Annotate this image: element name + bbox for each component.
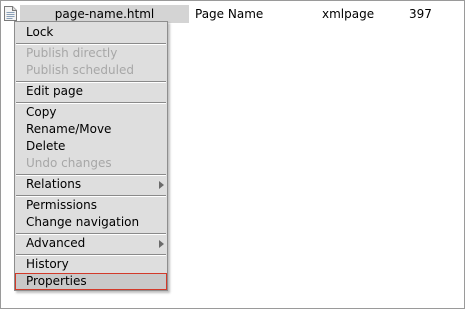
size-cell: 397: [409, 7, 432, 21]
menu-item-advanced[interactable]: Advanced: [15, 235, 167, 252]
menu-item-publish-scheduled: Publish scheduled: [26, 63, 134, 77]
menu-item-properties[interactable]: Properties: [15, 273, 167, 290]
file-list-panel: page-name.html Page Name xmlpage 397 Loc…: [0, 0, 465, 309]
menu-item-permissions[interactable]: Permissions: [15, 197, 167, 214]
menu-item-advanced-label: Advanced: [26, 236, 86, 250]
menu-item-history[interactable]: History: [15, 256, 167, 273]
menu-item-copy[interactable]: Copy: [15, 104, 167, 121]
menu-item-delete[interactable]: Delete: [15, 138, 167, 155]
page-title-cell: Page Name: [195, 7, 264, 21]
menu-item-relations-label: Relations: [26, 177, 82, 191]
submenu-arrow-icon: [159, 240, 164, 248]
menu-item-relations[interactable]: Relations: [15, 176, 167, 193]
menu-item-change-navigation[interactable]: Change navigation: [15, 214, 167, 231]
menu-item-publish-directly: Publish directly: [26, 46, 118, 60]
menu-item-undo-changes: Undo changes: [26, 156, 112, 170]
menu-item-edit-page[interactable]: Edit page: [15, 83, 167, 100]
resource-type-cell: xmlpage: [322, 7, 375, 21]
context-menu: Lock Publish directly Publish scheduled …: [14, 21, 168, 291]
menu-item-lock[interactable]: Lock: [15, 24, 167, 41]
menu-item-rename-move[interactable]: Rename/Move: [15, 121, 167, 138]
document-icon: [4, 6, 17, 21]
submenu-arrow-icon: [159, 181, 164, 189]
